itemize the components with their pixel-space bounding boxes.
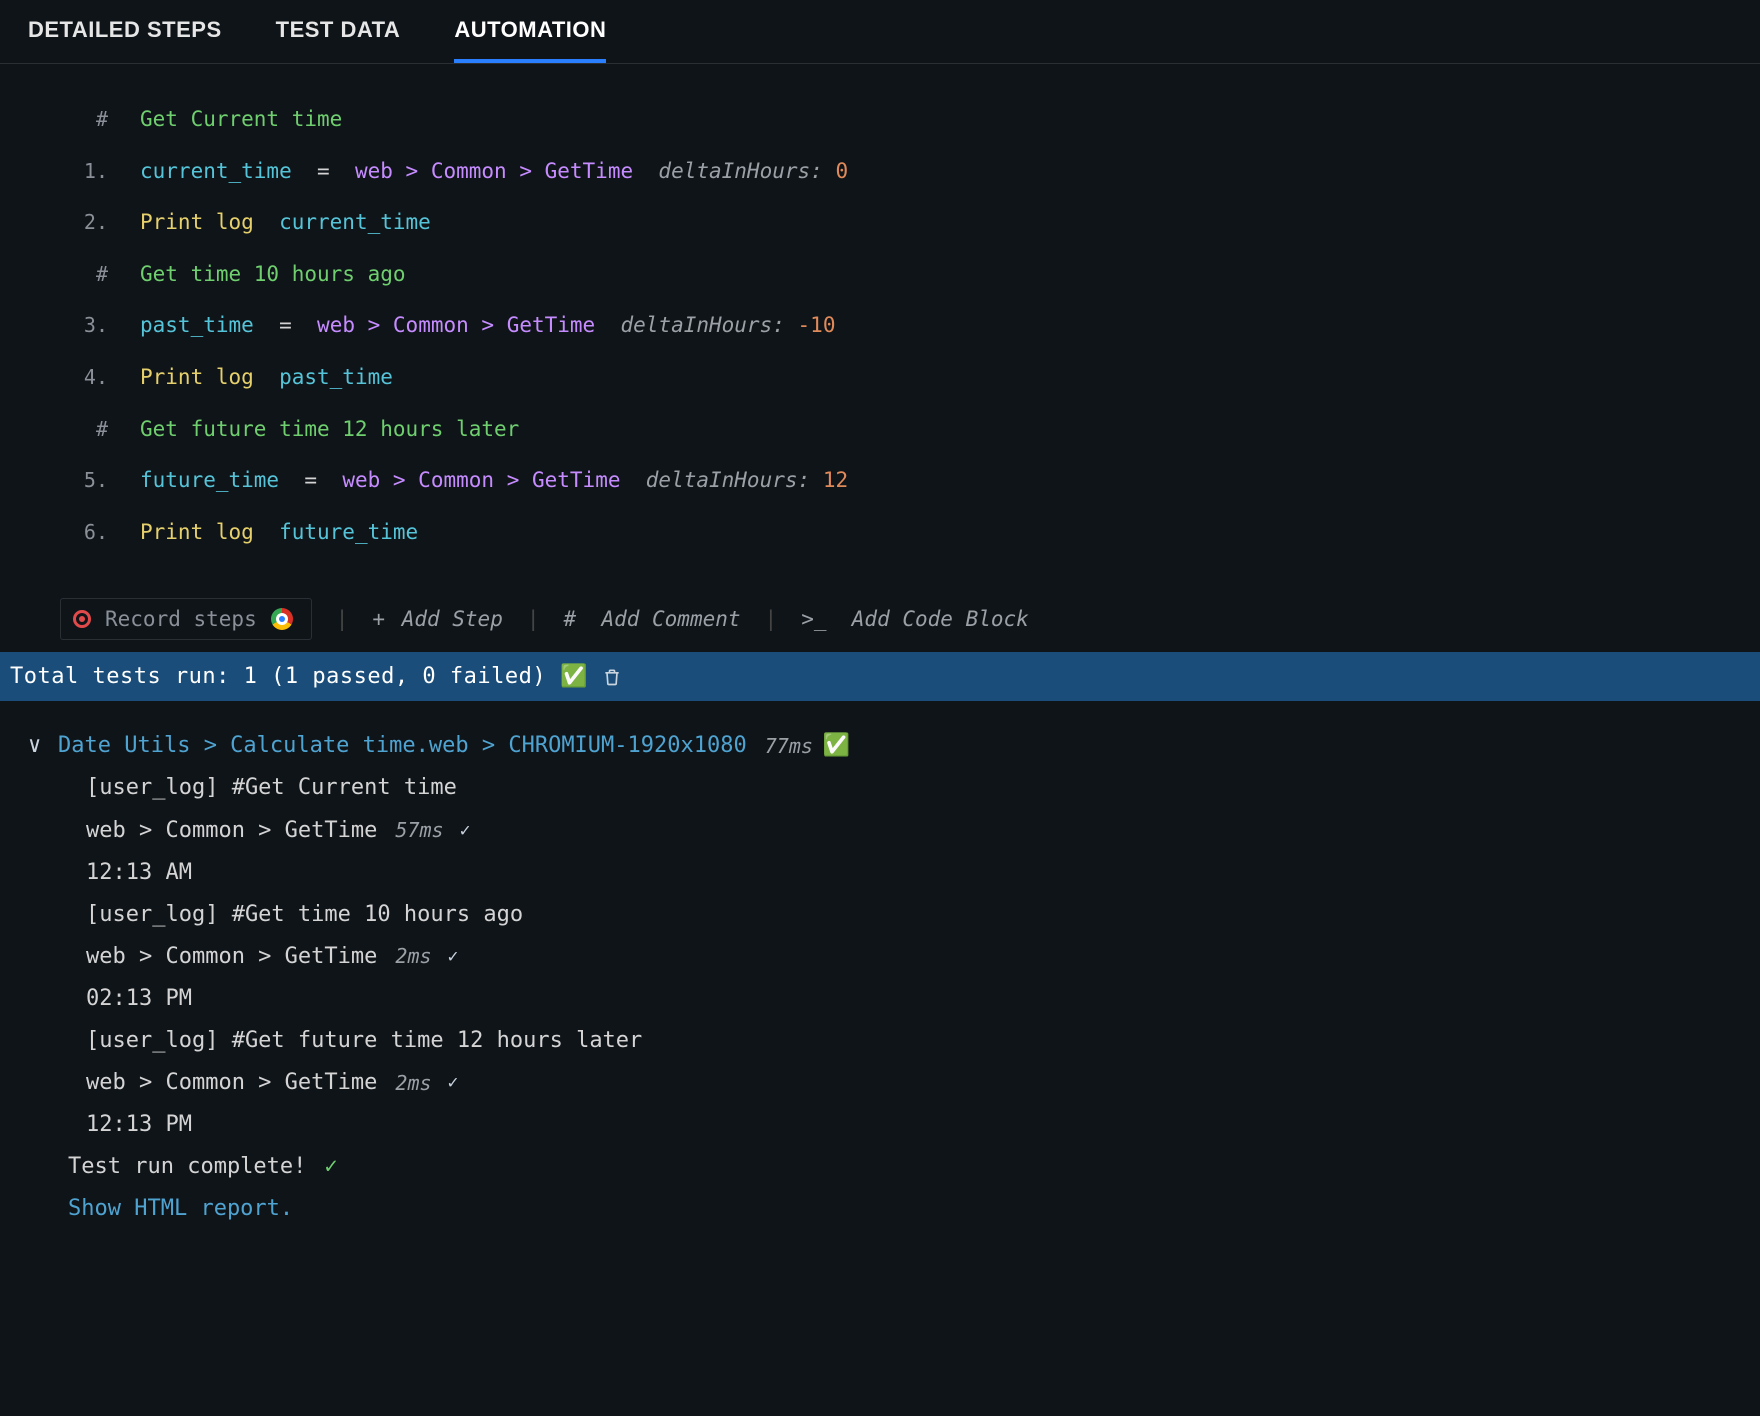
output-line: web > Common > GetTime 57ms ✓ — [28, 810, 1760, 852]
check-icon: ✓ — [324, 1150, 337, 1184]
script-line[interactable]: 6.Print log future_time — [0, 507, 1760, 559]
output-text: [user_log] #Get time 10 hours ago — [86, 898, 523, 932]
output-duration: 57ms — [395, 815, 443, 846]
script-line[interactable]: 1.current_time = web > Common > GetTime … — [0, 146, 1760, 198]
line-gutter: # — [0, 258, 140, 290]
output-line: [user_log] #Get future time 12 hours lat… — [28, 1020, 1760, 1062]
run-summary-text: Total tests run: 1 (1 passed, 0 failed) — [10, 664, 546, 689]
line-gutter: 1. — [0, 155, 140, 187]
tab-automation[interactable]: AUTOMATION — [454, 17, 606, 63]
trash-icon[interactable] — [602, 666, 622, 688]
output-text: web > Common > GetTime — [86, 940, 377, 974]
line-gutter: 3. — [0, 309, 140, 341]
line-gutter: 4. — [0, 361, 140, 393]
record-label: Record steps — [105, 607, 257, 631]
add-code-block-button[interactable]: >_ Add Code Block — [801, 607, 1029, 631]
record-icon — [73, 610, 91, 628]
add-comment-label: Add Comment — [601, 607, 740, 631]
output-text: web > Common > GetTime — [86, 814, 377, 848]
output-text: Test run complete! — [68, 1150, 306, 1184]
line-gutter: # — [0, 103, 140, 135]
add-step-label: Add Step — [402, 607, 503, 631]
divider: | — [336, 607, 349, 631]
action-bar: Record steps | + Add Step | # Add Commen… — [40, 586, 1760, 652]
line-code: Print log past_time — [140, 361, 393, 395]
line-gutter: # — [0, 413, 140, 445]
check-icon: ✓ — [448, 1069, 459, 1097]
show-report-link[interactable]: Show HTML report. — [68, 1192, 293, 1226]
line-code: Get Current time — [140, 103, 342, 137]
chevron-down-icon[interactable]: ∨ — [28, 729, 48, 763]
tabbar: DETAILED STEPS TEST DATA AUTOMATION — [0, 0, 1760, 64]
check-icon: ✓ — [448, 943, 459, 971]
chrome-icon — [271, 608, 293, 630]
add-code-block-label: Add Code Block — [852, 607, 1029, 631]
output-line: web > Common > GetTime 2ms ✓ — [28, 1062, 1760, 1104]
line-code: Get future time 12 hours later — [140, 413, 519, 447]
add-step-button[interactable]: + Add Step — [372, 607, 502, 631]
line-gutter: 2. — [0, 206, 140, 238]
line-code: Print log current_time — [140, 206, 431, 240]
line-gutter: 5. — [0, 464, 140, 496]
output-header-row[interactable]: ∨ Date Utils > Calculate time.web > CHRO… — [28, 725, 1760, 767]
hash-icon: # — [564, 607, 589, 631]
output-line: web > Common > GetTime 2ms ✓ — [28, 936, 1760, 978]
script-line[interactable]: #Get time 10 hours ago — [0, 249, 1760, 301]
output-line: [user_log] #Get Current time — [28, 767, 1760, 809]
line-code: Get time 10 hours ago — [140, 258, 406, 292]
output-line: Test run complete! ✓ — [28, 1146, 1760, 1188]
check-icon: ✅ — [823, 729, 850, 763]
script-line[interactable]: #Get future time 12 hours later — [0, 404, 1760, 456]
add-comment-button[interactable]: # Add Comment — [564, 607, 741, 631]
divider: | — [527, 607, 540, 631]
script-line[interactable]: 3.past_time = web > Common > GetTime del… — [0, 300, 1760, 352]
output-line[interactable]: Show HTML report. — [28, 1188, 1760, 1230]
tab-detailed-steps[interactable]: DETAILED STEPS — [28, 17, 222, 63]
test-output: ∨ Date Utils > Calculate time.web > CHRO… — [0, 701, 1760, 1230]
output-line: 12:13 AM — [28, 852, 1760, 894]
line-code: Print log future_time — [140, 516, 418, 550]
output-duration: 77ms — [765, 731, 813, 762]
output-text: 02:13 PM — [86, 982, 192, 1016]
script-line[interactable]: 4.Print log past_time — [0, 352, 1760, 404]
line-code: past_time = web > Common > GetTime delta… — [140, 309, 835, 343]
line-code: future_time = web > Common > GetTime del… — [140, 464, 848, 498]
record-steps-button[interactable]: Record steps — [60, 598, 312, 640]
output-line: [user_log] #Get time 10 hours ago — [28, 894, 1760, 936]
output-text: 12:13 AM — [86, 856, 192, 890]
automation-steps: #Get Current time1.current_time = web > … — [0, 64, 1760, 576]
output-duration: 2ms — [395, 1068, 431, 1099]
script-line[interactable]: 5.future_time = web > Common > GetTime d… — [0, 455, 1760, 507]
script-line[interactable]: 2.Print log current_time — [0, 197, 1760, 249]
output-text: 12:13 PM — [86, 1108, 192, 1142]
output-text: web > Common > GetTime — [86, 1066, 377, 1100]
divider: | — [765, 607, 778, 631]
line-gutter: 6. — [0, 516, 140, 548]
tab-test-data[interactable]: TEST DATA — [276, 17, 401, 63]
test-run-summary-bar: Total tests run: 1 (1 passed, 0 failed) … — [0, 652, 1760, 701]
check-icon: ✅ — [560, 664, 588, 689]
output-line: 02:13 PM — [28, 978, 1760, 1020]
output-text: [user_log] #Get Current time — [86, 771, 457, 805]
output-breadcrumb: Date Utils > Calculate time.web > CHROMI… — [58, 729, 747, 763]
output-text: [user_log] #Get future time 12 hours lat… — [86, 1024, 642, 1058]
output-duration: 2ms — [395, 941, 431, 972]
prompt-icon: >_ — [801, 607, 839, 631]
script-line[interactable]: #Get Current time — [0, 94, 1760, 146]
check-icon: ✓ — [460, 817, 471, 845]
plus-icon: + — [372, 607, 385, 631]
output-line: 12:13 PM — [28, 1104, 1760, 1146]
line-code: current_time = web > Common > GetTime de… — [140, 155, 848, 189]
